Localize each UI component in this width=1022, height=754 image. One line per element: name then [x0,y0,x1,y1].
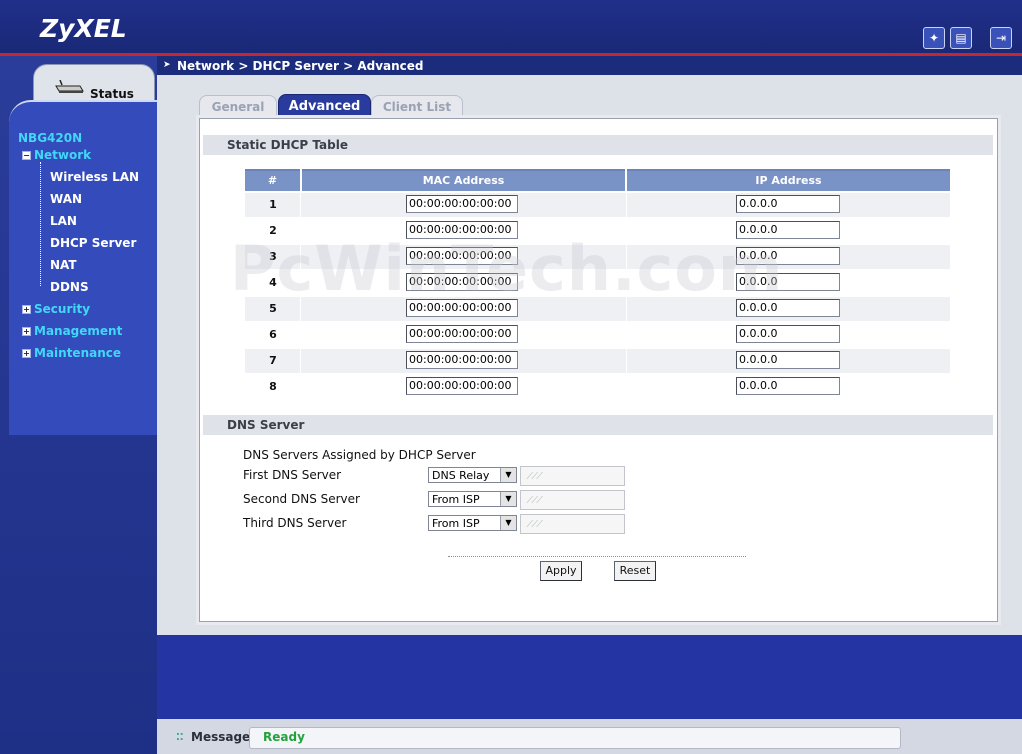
second-dns-select[interactable]: From ISP ▼ [428,491,517,507]
reset-button[interactable]: Reset [614,561,656,581]
watermark: PcWinTech.com [230,232,784,305]
mac-input[interactable]: 00:00:00:00:00:00 [406,195,518,213]
first-dns-selected: DNS Relay [432,469,490,482]
ip-input[interactable]: 0.0.0.0 [736,351,840,369]
expand-icon[interactable]: + [22,327,31,336]
message-box [249,727,901,749]
router-icon [55,80,84,93]
sidebar-item-network[interactable]: Network [34,148,91,162]
sidebar-item-dhcp-server[interactable]: DHCP Server [50,236,136,250]
help-icon[interactable]: ▤ [950,27,972,49]
sidebar-item-lan[interactable]: LAN [50,214,77,228]
message-label: Message [191,730,251,744]
dns-intro: DNS Servers Assigned by DHCP Server [243,448,476,462]
first-dns-select[interactable]: DNS Relay ▼ [428,467,517,483]
col-header-num: # [245,169,300,191]
status-label[interactable]: Status [90,87,134,101]
expand-icon[interactable]: + [22,305,31,314]
breadcrumb: Network > DHCP Server > Advanced [177,59,424,73]
second-dns-selected: From ISP [432,493,480,506]
col-header-ip: IP Address [627,169,950,191]
row-number: 1 [269,198,277,211]
col-header-mac: MAC Address [302,169,625,191]
sidebar-item-ddns[interactable]: DDNS [50,280,89,294]
zyxel-logo: ZyXEL [40,14,127,43]
row-divider [626,193,627,217]
ip-input[interactable]: 0.0.0.0 [736,377,840,395]
second-dns-label: Second DNS Server [243,492,360,506]
message-icon: ⁚⁚ [176,732,184,743]
third-dns-label: Third DNS Server [243,516,347,530]
sidebar-item-management[interactable]: Management [34,324,122,338]
tab-general[interactable]: General [199,95,277,119]
logout-icon[interactable]: ⇥ [990,27,1012,49]
row-divider [626,349,627,373]
chevron-down-icon[interactable]: ▼ [500,492,516,506]
apply-button[interactable]: Apply [540,561,582,581]
collapse-icon[interactable]: − [22,151,31,160]
disabled-field-mark: ⁄ ⁄ ⁄ [529,471,541,482]
first-dns-ip-input[interactable]: ⁄ ⁄ ⁄ [520,466,625,486]
tree-line [40,162,41,286]
tab-advanced[interactable]: Advanced [278,94,371,120]
second-dns-ip-input[interactable]: ⁄ ⁄ ⁄ [520,490,625,510]
section-static-dhcp: Static DHCP Table [203,135,993,155]
chevron-down-icon[interactable]: ▼ [500,516,516,530]
mac-input[interactable]: 00:00:00:00:00:00 [406,351,518,369]
sidebar-item-nat[interactable]: NAT [50,258,77,272]
sidebar-item-wan[interactable]: WAN [50,192,82,206]
mac-input[interactable]: 00:00:00:00:00:00 [406,377,518,395]
mac-input[interactable]: 00:00:00:00:00:00 [406,325,518,343]
sidebar-item-maintenance[interactable]: Maintenance [34,346,121,360]
section-dns-server: DNS Server [203,415,993,435]
third-dns-select[interactable]: From ISP ▼ [428,515,517,531]
row-number: 8 [269,380,277,393]
device-name: NBG420N [18,131,83,145]
breadcrumb-arrow-icon: ➤ [163,60,171,70]
table-row [245,193,950,217]
ip-input[interactable]: 0.0.0.0 [736,325,840,343]
tab-client-list[interactable]: Client List [371,95,463,119]
third-dns-ip-input[interactable]: ⁄ ⁄ ⁄ [520,514,625,534]
table-row [245,349,950,373]
row-number: 6 [269,328,277,341]
divider [448,556,746,557]
wizard-icon[interactable]: ✦ [923,27,945,49]
third-dns-selected: From ISP [432,517,480,530]
disabled-field-mark: ⁄ ⁄ ⁄ [529,519,541,530]
sidebar-item-wireless-lan[interactable]: Wireless LAN [50,170,139,184]
disabled-field-mark: ⁄ ⁄ ⁄ [529,495,541,506]
row-number: 7 [269,354,277,367]
chevron-down-icon[interactable]: ▼ [500,468,516,482]
top-header [0,0,1022,53]
message-text: Ready [263,730,305,744]
first-dns-label: First DNS Server [243,468,342,482]
ip-input[interactable]: 0.0.0.0 [736,195,840,213]
sidebar-item-security[interactable]: Security [34,302,90,316]
expand-icon[interactable]: + [22,349,31,358]
